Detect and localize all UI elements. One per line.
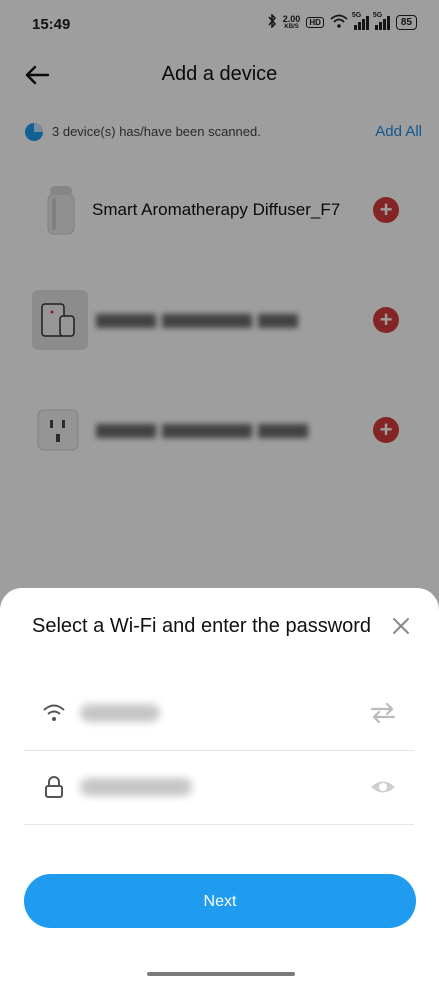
sheet-title: Select a Wi-Fi and enter the password (32, 615, 372, 637)
wifi-ssid-field[interactable] (24, 676, 414, 751)
system-nav-bar (0, 966, 439, 982)
wifi-bottom-sheet: Select a Wi-Fi and enter the password Ne… (0, 588, 439, 966)
eye-icon[interactable] (370, 775, 396, 799)
swap-icon[interactable] (370, 701, 396, 725)
wifi-password-field[interactable] (24, 750, 414, 825)
wifi-password-obscured (80, 778, 192, 796)
lock-icon (42, 775, 66, 799)
wifi-ssid-obscured (80, 704, 160, 722)
next-button[interactable]: Next (24, 874, 416, 928)
home-indicator[interactable] (147, 972, 295, 976)
wifi-icon (42, 701, 66, 725)
close-icon[interactable] (391, 616, 411, 636)
